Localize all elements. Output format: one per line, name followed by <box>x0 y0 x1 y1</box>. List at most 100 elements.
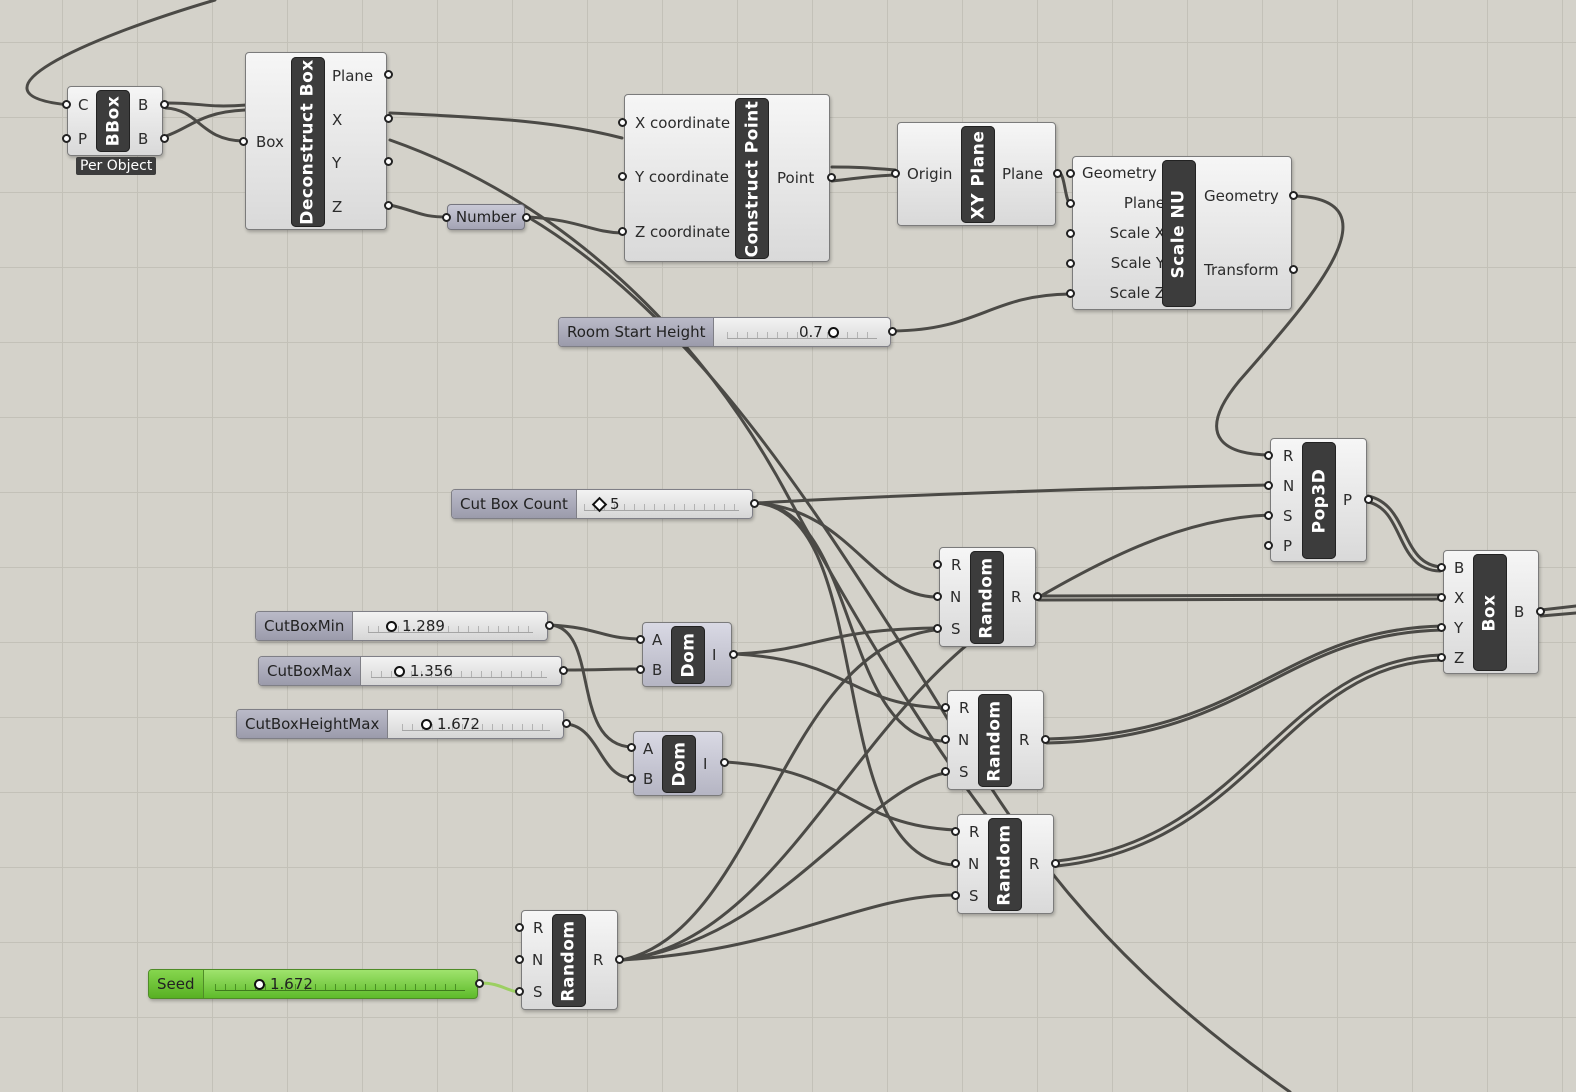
slider-knob-icon[interactable] <box>394 665 405 677</box>
cut-box-min-port[interactable] <box>545 621 554 630</box>
room-start-height-port[interactable] <box>888 327 897 336</box>
slider-knob-icon[interactable] <box>386 620 397 632</box>
scale-port-out-geometry[interactable] <box>1289 191 1298 200</box>
scale-port-plane[interactable] <box>1066 199 1075 208</box>
random2-port-r[interactable] <box>941 703 950 712</box>
construct-point-component[interactable]: X coordinate Y coordinate Z coordinate C… <box>624 94 830 262</box>
seed-port[interactable] <box>475 979 484 988</box>
pop3d-port-out[interactable] <box>1364 495 1373 504</box>
pop3d-component[interactable]: R N S P Pop3D P <box>1270 438 1367 562</box>
bbox-port-b1[interactable] <box>160 100 169 109</box>
random3-input-n-label: N <box>968 855 980 873</box>
random3-port-out[interactable] <box>1051 859 1060 868</box>
cut-box-count-slider[interactable]: Cut Box Count 5 <box>451 489 753 519</box>
pop3d-port-r[interactable] <box>1264 451 1273 460</box>
random2-component[interactable]: R N S Random R <box>947 690 1044 790</box>
box-port-b[interactable] <box>1437 563 1446 572</box>
random2-port-n[interactable] <box>941 735 950 744</box>
deconstruct-port-x[interactable] <box>384 114 393 123</box>
dom1-port-a[interactable] <box>636 635 645 644</box>
slider-knob-icon[interactable] <box>421 718 432 730</box>
box-port-z[interactable] <box>1437 653 1446 662</box>
room-start-height-slider[interactable]: Room Start Height 0.7 <box>558 317 891 347</box>
bbox-component[interactable]: C P BBox B B <box>67 86 163 156</box>
pop3d-port-s[interactable] <box>1264 511 1273 520</box>
random2-port-s[interactable] <box>941 767 950 776</box>
slider-knob-icon[interactable] <box>254 978 265 990</box>
random1-port-r[interactable] <box>933 560 942 569</box>
dom2-port-b[interactable] <box>627 774 636 783</box>
random3-port-r[interactable] <box>951 827 960 836</box>
construct-input-y-label: Y coordinate <box>635 168 729 186</box>
xy-plane-port-origin[interactable] <box>891 169 900 178</box>
dom1-component[interactable]: A B Dom I <box>642 622 732 687</box>
random3-component[interactable]: R N S Random R <box>957 814 1054 914</box>
cut-box-max-slider[interactable]: CutBoxMax 1.356 <box>258 656 562 686</box>
random4-component[interactable]: R N S Random R <box>521 910 618 1010</box>
random4-port-s[interactable] <box>515 987 524 996</box>
random1-port-out[interactable] <box>1033 592 1042 601</box>
construct-port-point[interactable] <box>827 173 836 182</box>
random1-component[interactable]: R N S Random R <box>939 547 1036 647</box>
cut-box-height-max-slider[interactable]: CutBoxHeightMax 1.672 <box>236 709 564 739</box>
cut-box-max-port[interactable] <box>559 666 568 675</box>
cut-box-height-max-port[interactable] <box>562 719 571 728</box>
random3-port-s[interactable] <box>951 891 960 900</box>
dom2-output-i-label: I <box>703 755 708 773</box>
scale-nu-component[interactable]: Geometry Plane Scale X Scale Y Scale Z S… <box>1072 156 1292 310</box>
box-port-x[interactable] <box>1437 593 1446 602</box>
construct-port-z[interactable] <box>618 227 627 236</box>
deconstruct-box-component[interactable]: Box Deconstruct Box Plane X Y Z <box>245 52 387 230</box>
deconstruct-port-box[interactable] <box>239 137 248 146</box>
random2-output-r-label: R <box>1019 731 1030 749</box>
scale-port-scalex[interactable] <box>1066 229 1075 238</box>
seed-slider[interactable]: Seed 1.672 <box>148 969 478 999</box>
dom2-port-a[interactable] <box>627 743 636 752</box>
scale-port-scaley[interactable] <box>1066 259 1075 268</box>
box-port-y[interactable] <box>1437 623 1446 632</box>
random1-input-r-label: R <box>951 556 962 574</box>
scale-port-scalez[interactable] <box>1066 289 1075 298</box>
random4-port-out[interactable] <box>615 955 624 964</box>
bbox-port-p[interactable] <box>62 134 71 143</box>
dom2-component[interactable]: A B Dom I <box>633 731 723 796</box>
box-port-out[interactable] <box>1536 607 1545 616</box>
number-param[interactable]: Number <box>447 204 525 230</box>
slider-knob-icon[interactable] <box>827 326 839 338</box>
construct-port-y[interactable] <box>618 172 627 181</box>
random2-port-out[interactable] <box>1041 735 1050 744</box>
bbox-port-b2[interactable] <box>160 134 169 143</box>
pop3d-port-n[interactable] <box>1264 481 1273 490</box>
seed-track[interactable] <box>215 978 465 991</box>
deconstruct-port-plane[interactable] <box>384 70 393 79</box>
number-port-in[interactable] <box>442 213 451 222</box>
deconstruct-port-y[interactable] <box>384 157 393 166</box>
random1-port-s[interactable] <box>933 624 942 633</box>
dom1-port-out[interactable] <box>729 650 738 659</box>
wire-box-out-b <box>1539 611 1576 618</box>
dom1-port-b[interactable] <box>636 665 645 674</box>
cut-box-min-slider[interactable]: CutBoxMin 1.289 <box>255 611 548 641</box>
xy-plane-component[interactable]: Origin XY Plane Plane <box>897 122 1056 226</box>
pop3d-port-p[interactable] <box>1264 541 1273 550</box>
scale-port-out-transform[interactable] <box>1289 265 1298 274</box>
random4-port-n[interactable] <box>515 955 524 964</box>
xy-plane-title: XY Plane <box>961 126 995 223</box>
deconstruct-box-title: Deconstruct Box <box>291 57 325 227</box>
random1-port-n[interactable] <box>933 592 942 601</box>
wire-bbox-to-deconstruct-a <box>164 101 249 108</box>
xy-plane-port-plane[interactable] <box>1053 169 1062 178</box>
random3-port-n[interactable] <box>951 859 960 868</box>
deconstruct-output-z-label: Z <box>332 198 343 216</box>
random4-port-r[interactable] <box>515 923 524 932</box>
dom2-port-out[interactable] <box>720 758 729 767</box>
box-component[interactable]: B X Y Z Box B <box>1443 550 1539 674</box>
cut-box-count-port[interactable] <box>750 499 759 508</box>
construct-port-x[interactable] <box>618 118 627 127</box>
slider-diamond-icon[interactable] <box>591 496 608 512</box>
bbox-port-c[interactable] <box>62 100 71 109</box>
number-port-out[interactable] <box>522 213 531 222</box>
scale-port-geometry[interactable] <box>1066 169 1075 178</box>
deconstruct-port-z[interactable] <box>384 201 393 210</box>
construct-point-title: Construct Point <box>735 98 769 259</box>
